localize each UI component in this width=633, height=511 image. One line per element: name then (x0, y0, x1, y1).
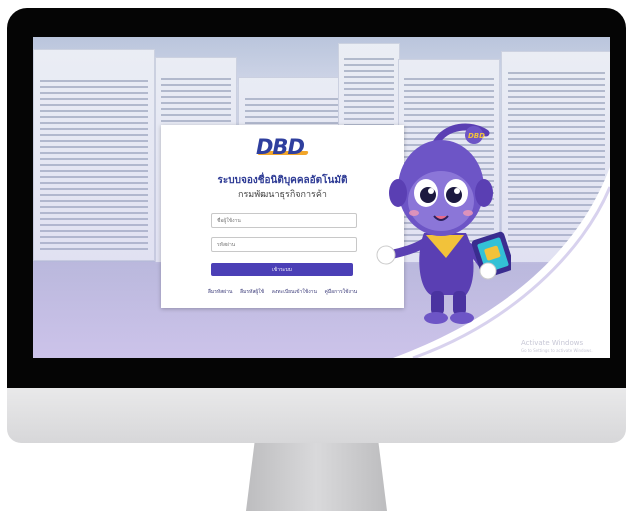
forgot-password-link[interactable]: ลืมรหัสผ่าน (208, 289, 233, 295)
user-manual-link[interactable]: คู่มือการใช้งาน (325, 289, 358, 295)
dbd-logo: DBD (256, 135, 312, 161)
login-card: DBD ระบบจองชื่อนิติบุคคลอัตโนมัติ กรมพัฒ… (161, 125, 404, 308)
monitor-stand (246, 443, 387, 511)
help-links: ลืมรหัสผ่าน ลืมรหัสผู้ใช้ ลงทะเบียนเข้าใ… (161, 288, 404, 296)
page-title: ระบบจองชื่อนิติบุคคลอัตโนมัติ (217, 175, 348, 186)
username-input[interactable] (211, 213, 357, 228)
password-input[interactable] (211, 237, 357, 252)
forgot-username-link[interactable]: ลืมรหัสผู้ใช้ (240, 289, 264, 295)
login-button[interactable]: เข้าระบบ (211, 263, 353, 276)
activate-windows-watermark: Activate Windows Go to Settings to activ… (521, 339, 593, 353)
monitor-chin (7, 388, 626, 443)
department-name: กรมพัฒนาธุรกิจการค้า (238, 190, 327, 200)
screen: DBD ระบบจองชื่อนิติบุคคลอัตโนมัติ กรมพัฒ… (33, 37, 610, 358)
mascot-illustration: DBD (376, 123, 511, 324)
svg-text:DBD: DBD (468, 132, 485, 140)
register-link[interactable]: ลงทะเบียนเข้าใช้งาน (272, 289, 317, 295)
